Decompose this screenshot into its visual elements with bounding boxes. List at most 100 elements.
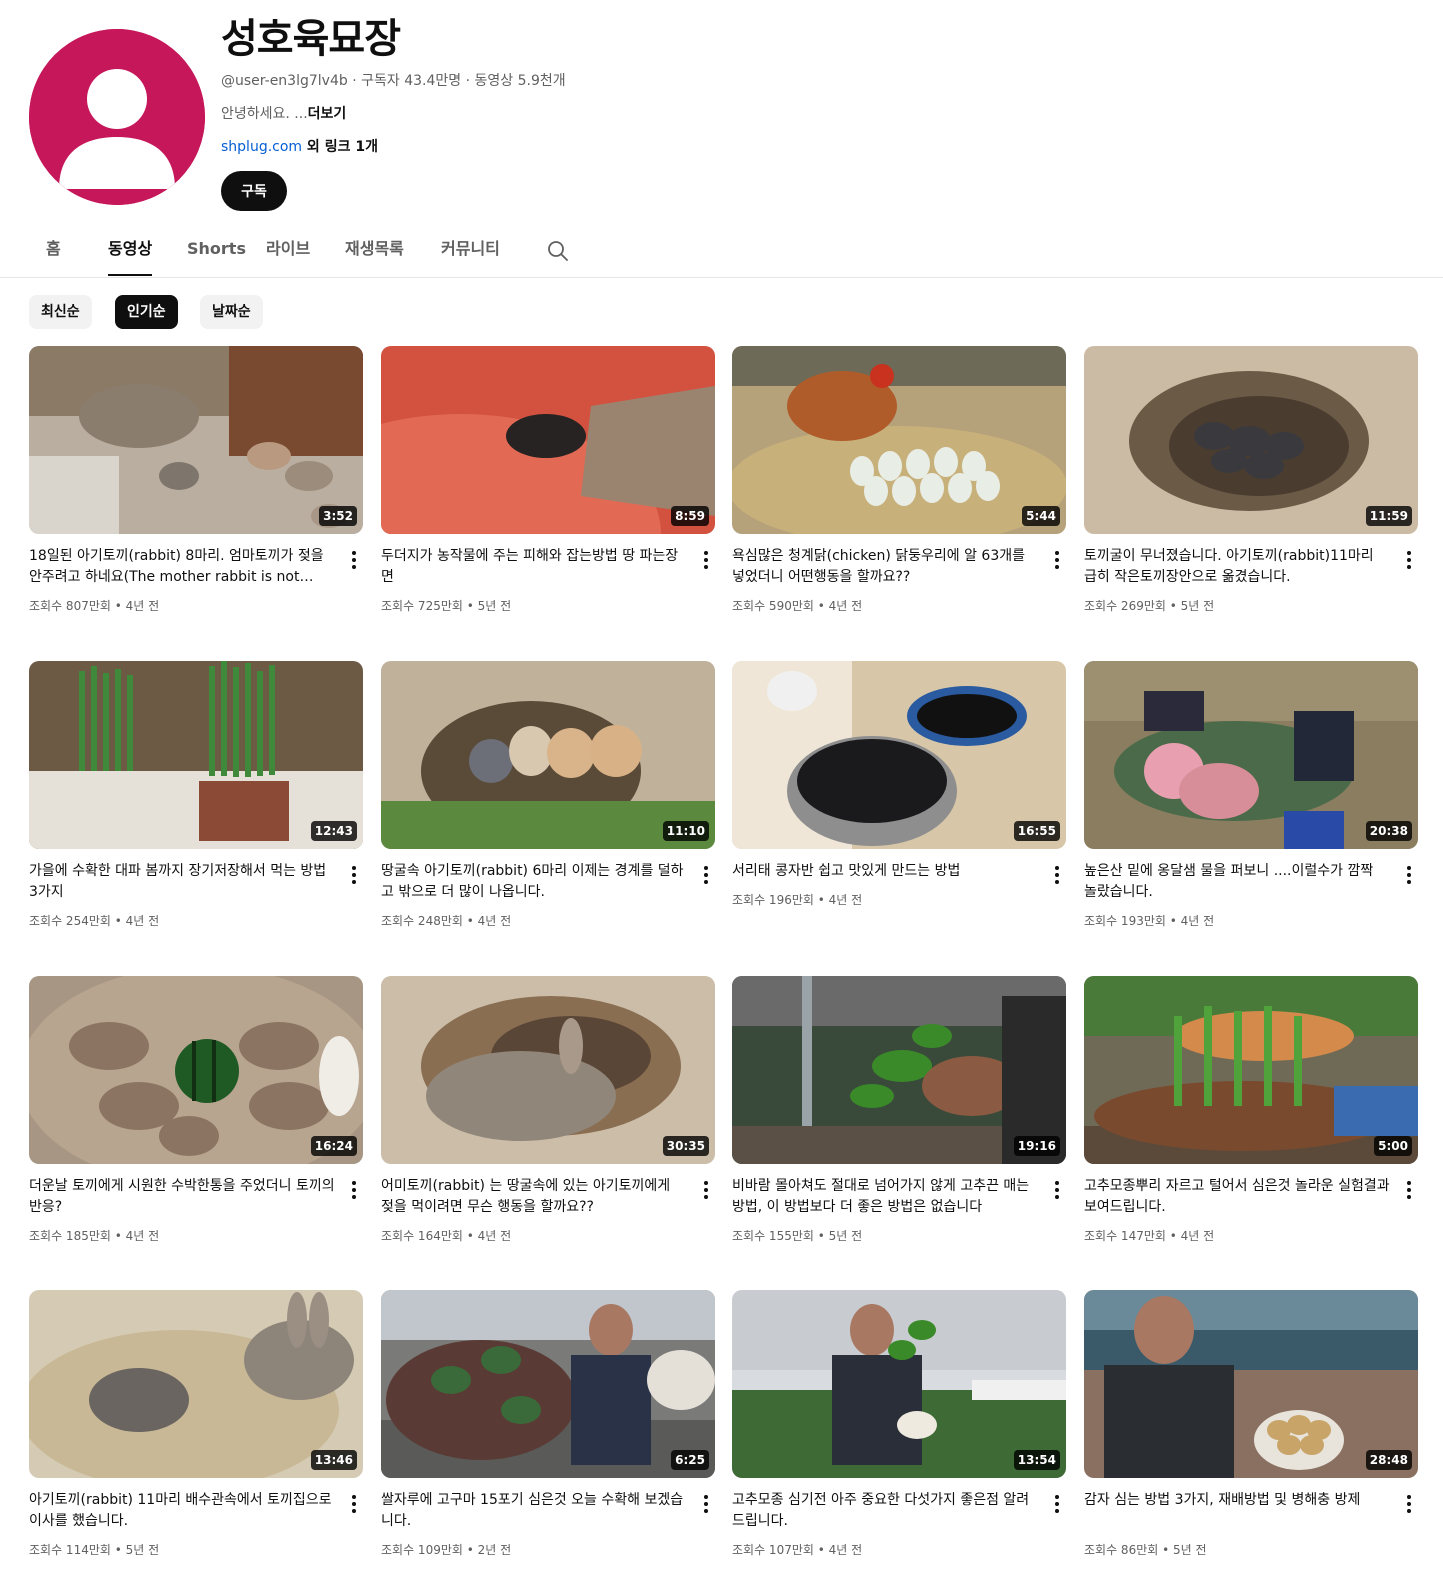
video-thumbnail[interactable]: 5:00 [1084,976,1418,1164]
video-thumbnail[interactable]: 5:44 [732,346,1066,534]
video-thumbnail[interactable]: 28:48 [1084,1290,1418,1478]
meta-separator: · [461,73,475,89]
video-thumbnail[interactable]: 11:59 [1084,346,1418,534]
video-card[interactable]: 5:00 고추모종뿌리 자르고 털어서 심은것 놀라운 실험결과 보여드립니다. 조… [1084,976,1418,1266]
chip-popular[interactable]: 인기순 [115,295,178,329]
video-thumbnail[interactable]: 30:35 [381,976,715,1164]
tab-community[interactable]: 커뮤니티 [441,230,500,277]
more-options-icon[interactable] [1048,863,1066,887]
more-link[interactable]: 더보기 [308,106,347,122]
video-meta: 조회수 193만회 • 4년 전 [1084,912,1384,930]
more-options-icon[interactable] [1048,1492,1066,1516]
video-card[interactable]: 16:55 서리태 콩자반 쉽고 맛있게 만드는 방법 조회수 196만회 • 4년… [732,661,1066,951]
meta-dot: • [462,1229,478,1243]
video-card[interactable]: 8:59 두더지가 농작물에 주는 피해와 잡는방법 땅 파는장면 조회수 725만… [381,346,715,636]
video-card[interactable]: 13:46 아기토끼(rabbit) 11마리 배수관속에서 토끼집으로 이사를 … [29,1290,363,1575]
upload-age: 5년 전 [477,599,512,613]
video-duration: 12:43 [310,821,357,841]
more-options-icon[interactable] [1400,863,1418,887]
external-link[interactable]: shplug.com [221,139,302,155]
video-thumbnail[interactable]: 20:38 [1084,661,1418,849]
subscribe-button[interactable]: 구독 [221,171,287,211]
upload-age: 4년 전 [477,914,512,928]
view-count: 조회수 590만회 [732,599,814,613]
video-card[interactable]: 19:16 비바람 몰아쳐도 절대로 넘어가지 않게 고추끈 매는 방법, 이 방… [732,976,1066,1266]
more-options-icon[interactable] [1400,548,1418,572]
video-title[interactable]: 감자 심는 방법 3가지, 재배방법 및 병해충 방제 [1084,1490,1390,1511]
video-title[interactable]: 두더지가 농작물에 주는 피해와 잡는방법 땅 파는장면 [381,546,687,588]
video-thumbnail[interactable]: 16:24 [29,976,363,1164]
more-options-icon[interactable] [697,548,715,572]
video-card[interactable]: 28:48 감자 심는 방법 3가지, 재배방법 및 병해충 방제 조회수 86만회… [1084,1290,1418,1575]
video-card[interactable]: 30:35 어미토끼(rabbit) 는 땅굴속에 있는 아기토끼에게 젖을 먹이… [381,976,715,1266]
more-options-icon[interactable] [345,548,363,572]
video-card[interactable]: 3:52 18일된 아기토끼(rabbit) 8마리. 엄마토끼가 젖을 안주려고… [29,346,363,636]
video-meta: 조회수 807만회 • 4년 전 [29,597,329,615]
channel-avatar[interactable] [29,29,205,205]
tab-shorts[interactable]: Shorts [187,230,246,277]
tab-home[interactable]: 홈 [46,230,61,277]
video-card[interactable]: 16:24 더운날 토끼에게 시원한 수박한통을 주었더니 토끼의 반응? 조회수 … [29,976,363,1266]
video-card[interactable]: 11:10 땅굴속 아기토끼(rabbit) 6마리 이제는 경계를 덜하고 밖으… [381,661,715,951]
video-duration: 13:54 [1013,1450,1060,1470]
video-title[interactable]: 토끼굴이 무너졌습니다. 아기토끼(rabbit)11마리 급히 작은토끼장안으… [1084,546,1390,588]
video-card[interactable]: 20:38 높은산 밑에 옹달샘 물을 퍼보니 ....이럴수가 깜짝 놀랐습니다… [1084,661,1418,951]
chip-oldest[interactable]: 날짜순 [200,295,263,329]
video-title[interactable]: 높은산 밑에 옹달샘 물을 퍼보니 ....이럴수가 깜짝 놀랐습니다. [1084,861,1390,903]
tab-live[interactable]: 라이브 [266,230,310,277]
more-options-icon[interactable] [1400,1492,1418,1516]
upload-age: 4년 전 [1180,1229,1215,1243]
more-links[interactable]: 외 링크 1개 [302,139,378,155]
video-card[interactable]: 13:54 고추모종 심기전 아주 중요한 다섯가지 좋은점 알려드립니다. 조회수… [732,1290,1066,1575]
video-title[interactable]: 땅굴속 아기토끼(rabbit) 6마리 이제는 경계를 덜하고 밖으로 더 많… [381,861,687,903]
video-meta: 조회수 147만회 • 4년 전 [1084,1227,1384,1245]
video-meta: 조회수 254만회 • 4년 전 [29,912,329,930]
video-title[interactable]: 아기토끼(rabbit) 11마리 배수관속에서 토끼집으로 이사를 했습니다. [29,1490,335,1532]
search-icon[interactable] [546,239,570,263]
video-duration: 5:00 [1374,1136,1412,1156]
more-options-icon[interactable] [697,1178,715,1202]
video-title[interactable]: 더운날 토끼에게 시원한 수박한통을 주었더니 토끼의 반응? [29,1176,335,1218]
video-title[interactable]: 18일된 아기토끼(rabbit) 8마리. 엄마토끼가 젖을 안주려고 하네요… [29,546,335,588]
more-options-icon[interactable] [1400,1178,1418,1202]
more-options-icon[interactable] [345,863,363,887]
thumbnail-image [381,346,715,534]
more-options-icon[interactable] [1048,548,1066,572]
channel-description[interactable]: 안녕하세요. ...더보기 [221,104,346,124]
video-thumbnail[interactable]: 11:10 [381,661,715,849]
video-thumbnail[interactable]: 3:52 [29,346,363,534]
more-options-icon[interactable] [697,1492,715,1516]
tab-videos[interactable]: 동영상 [108,230,153,276]
video-title[interactable]: 가을에 수확한 대파 봄까지 장기저장해서 먹는 방법 3가지 [29,861,335,903]
video-thumbnail[interactable]: 12:43 [29,661,363,849]
video-card[interactable]: 6:25 쌀자루에 고구마 15포기 심은것 오늘 수확해 보겠습니다. 조회수 1… [381,1290,715,1575]
video-title[interactable]: 쌀자루에 고구마 15포기 심은것 오늘 수확해 보겠습니다. [381,1490,687,1532]
video-title[interactable]: 비바람 몰아쳐도 절대로 넘어가지 않게 고추끈 매는 방법, 이 방법보다 더… [732,1176,1038,1218]
video-thumbnail[interactable]: 8:59 [381,346,715,534]
more-options-icon[interactable] [697,863,715,887]
video-title[interactable]: 서리태 콩자반 쉽고 맛있게 만드는 방법 [732,861,1038,882]
view-count: 조회수 254만회 [29,914,111,928]
video-thumbnail[interactable]: 6:25 [381,1290,715,1478]
video-title[interactable]: 욕심많은 청계닭(chicken) 닭둥우리에 알 63개를 넣었더니 어떤행동… [732,546,1038,588]
chip-latest[interactable]: 최신순 [29,295,92,329]
video-duration: 16:55 [1013,821,1060,841]
video-card[interactable]: 11:59 토끼굴이 무너졌습니다. 아기토끼(rabbit)11마리 급히 작은… [1084,346,1418,636]
upload-age: 4년 전 [477,1229,512,1243]
video-title[interactable]: 고추모종뿌리 자르고 털어서 심은것 놀라운 실험결과 보여드립니다. [1084,1176,1390,1218]
video-meta: 조회수 248만회 • 4년 전 [381,912,681,930]
video-thumbnail[interactable]: 13:54 [732,1290,1066,1478]
video-duration: 11:59 [1365,506,1412,526]
video-title[interactable]: 어미토끼(rabbit) 는 땅굴속에 있는 아기토끼에게 젖을 먹이려면 무슨… [381,1176,687,1218]
video-title[interactable]: 고추모종 심기전 아주 중요한 다섯가지 좋은점 알려드립니다. [732,1490,1038,1532]
more-options-icon[interactable] [345,1178,363,1202]
more-options-icon[interactable] [345,1492,363,1516]
video-thumbnail[interactable]: 16:55 [732,661,1066,849]
video-thumbnail[interactable]: 13:46 [29,1290,363,1478]
channel-header: 성호육묘장 @user-en3lg7lv4b · 구독자 43.4만명 · 동영… [0,0,1443,230]
video-card[interactable]: 5:44 욕심많은 청계닭(chicken) 닭둥우리에 알 63개를 넣었더니 … [732,346,1066,636]
more-options-icon[interactable] [1048,1178,1066,1202]
video-card[interactable]: 12:43 가을에 수확한 대파 봄까지 장기저장해서 먹는 방법 3가지조회수 … [29,661,363,951]
tab-playlists[interactable]: 재생목록 [345,230,404,277]
video-thumbnail[interactable]: 19:16 [732,976,1066,1164]
